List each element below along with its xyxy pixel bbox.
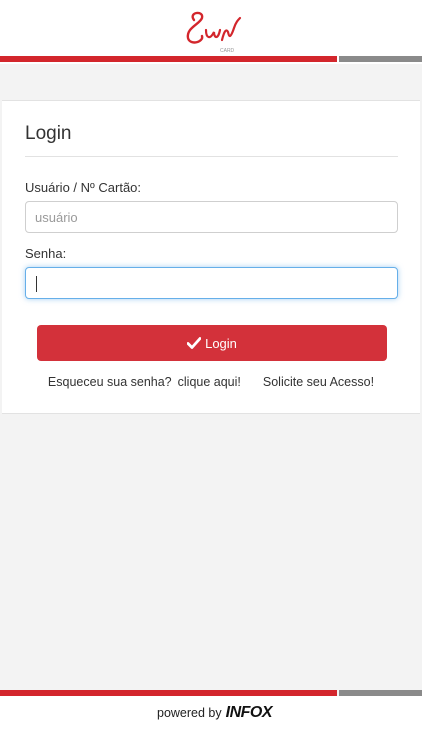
app-header: CARD bbox=[0, 0, 422, 64]
logo-subtitle: CARD bbox=[220, 48, 235, 54]
user-input[interactable] bbox=[25, 201, 398, 233]
help-links: Esqueceu sua senha? clique aqui! Solicit… bbox=[2, 375, 420, 389]
login-title: Login bbox=[25, 123, 72, 144]
infox-logo: INFOX bbox=[225, 704, 273, 721]
login-button[interactable]: Login bbox=[37, 325, 387, 361]
user-label: Usuário / Nº Cartão: bbox=[25, 180, 142, 195]
text-cursor bbox=[36, 276, 37, 292]
password-label: Senha: bbox=[25, 246, 67, 261]
powered-by: powered by INFOX bbox=[157, 704, 273, 722]
login-button-label: Login bbox=[205, 335, 237, 351]
click-here-link[interactable]: clique aqui! bbox=[178, 375, 241, 389]
password-input[interactable] bbox=[25, 267, 398, 299]
header-red-stripe bbox=[0, 56, 337, 62]
request-access-link[interactable]: Solicite seu Acesso! bbox=[263, 375, 374, 389]
forgot-password-text: Esqueceu sua senha? bbox=[47, 375, 172, 389]
powered-by-text: powered by bbox=[157, 706, 222, 720]
title-divider bbox=[25, 156, 398, 157]
login-card: Login Usuário / Nº Cartão: Senha: Login … bbox=[2, 100, 420, 414]
sun-card-logo: CARD bbox=[186, 11, 242, 54]
check-icon bbox=[187, 337, 202, 349]
app-footer: powered by INFOX bbox=[0, 696, 422, 750]
header-grey-stripe bbox=[339, 56, 422, 62]
